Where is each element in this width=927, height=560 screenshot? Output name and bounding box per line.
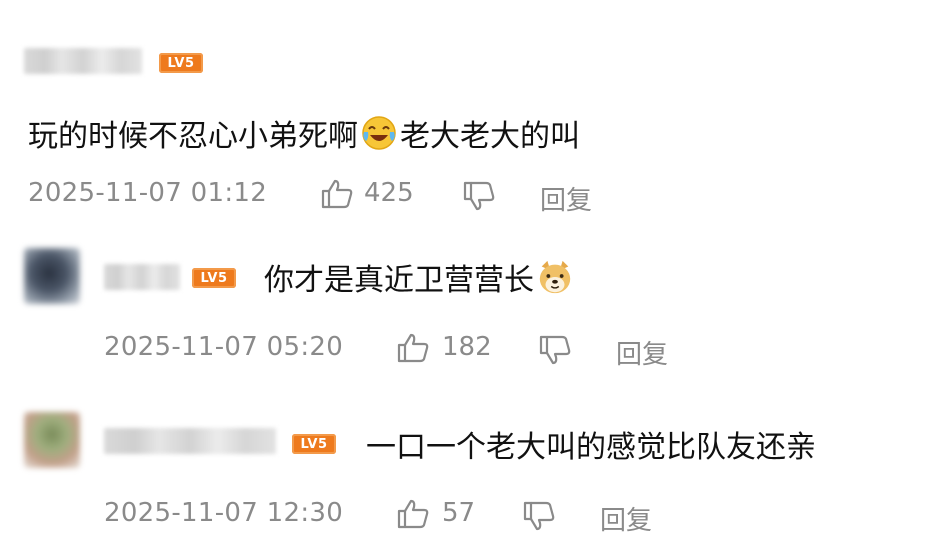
thumbs-down-icon[interactable] [462,180,496,212]
thumbs-down-icon[interactable] [522,500,556,532]
like-count: 425 [364,178,414,208]
thumbs-up-icon[interactable] [320,178,354,210]
comment-text: 一口一个老大叫的感觉比队友还亲 [366,423,816,465]
comment-text-part: 老大老大的叫 [400,119,580,154]
doge-emoji-icon [536,258,574,296]
reply-button[interactable]: 回复 [540,180,592,217]
comment-text-part: 你才是真近卫营营长 [264,263,534,298]
comment-timestamp: 2025-11-07 01:12 [28,178,268,208]
username-blurred[interactable] [104,264,180,290]
comment-text-part: 玩的时候不忍心小弟死啊 [28,119,358,154]
reply-button[interactable]: 回复 [600,500,652,537]
thumbs-up-icon[interactable] [396,498,430,530]
level-badge: LV5 [192,268,236,288]
like-count: 182 [442,332,492,362]
comment-text: 玩的时候不忍心小弟死啊 老大老大的叫 [28,112,580,154]
avatar[interactable] [24,248,80,304]
reply-button[interactable]: 回复 [616,334,668,371]
comment-timestamp: 2025-11-07 05:20 [104,332,344,362]
like-count: 57 [442,498,476,528]
username-blurred[interactable] [24,48,142,74]
comment-text: 你才是真近卫营营长 [264,256,576,298]
level-badge: LV5 [159,53,203,73]
crying-laughing-emoji-icon [360,114,398,152]
avatar[interactable] [24,412,80,468]
comment-timestamp: 2025-11-07 12:30 [104,498,344,528]
thumbs-down-icon[interactable] [538,334,572,366]
level-badge: LV5 [292,434,336,454]
thumbs-up-icon[interactable] [396,332,430,364]
username-blurred[interactable] [104,428,276,454]
comment-text-part: 一口一个老大叫的感觉比队友还亲 [366,430,816,465]
